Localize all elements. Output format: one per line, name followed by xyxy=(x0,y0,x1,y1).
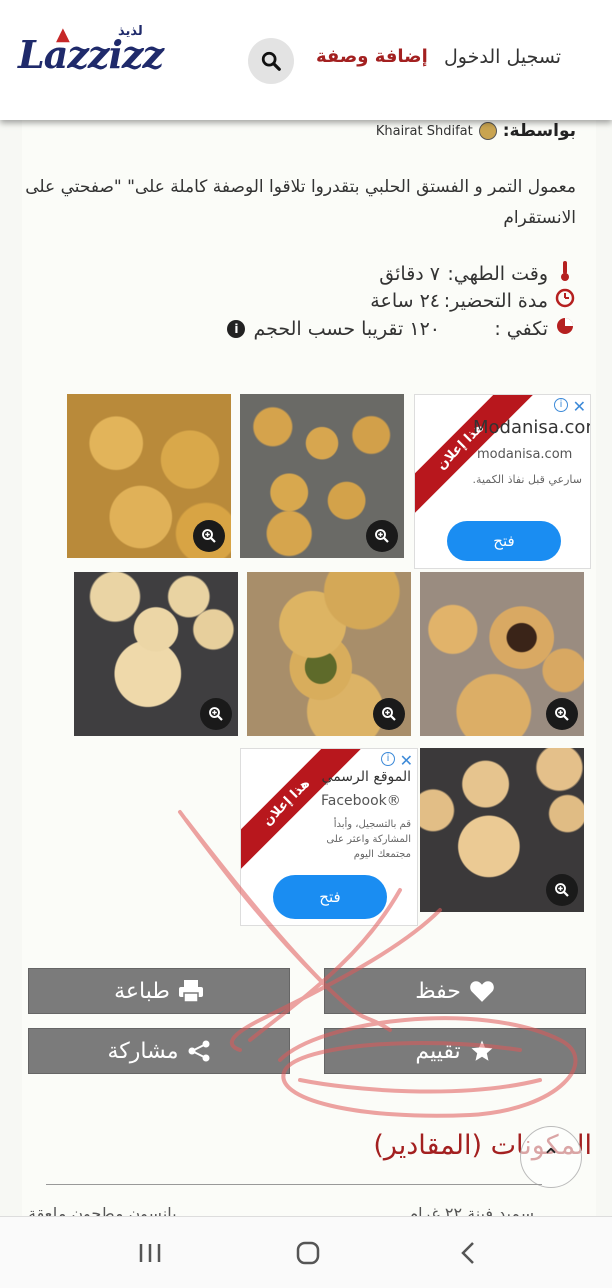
heart-icon xyxy=(469,981,494,1002)
author-label: بواسطة: xyxy=(502,121,576,141)
ad-text: قم بالتسجيل، وأبدأ المشاركة واعثر على مج… xyxy=(326,819,411,860)
ad-text: سارعي قبل نفاذ الكمية. xyxy=(472,473,582,486)
logo-arabic: لذيذ xyxy=(118,24,143,39)
cook-time-label: وقت الطهي: xyxy=(447,262,548,285)
recipe-description: معمول التمر و الفستق الحلبي بتقدروا تلاق… xyxy=(25,177,576,228)
rate-label: تقييم xyxy=(415,1038,461,1064)
author-avatar[interactable] xyxy=(478,122,497,140)
author-name[interactable]: Khairat Shdifat xyxy=(376,124,473,139)
thermometer-icon xyxy=(554,260,576,287)
gallery-image[interactable] xyxy=(67,394,231,558)
zoom-icon[interactable] xyxy=(546,698,578,730)
info-servings: تكفي : ١٢٠ تقريبا حسب الحجم i xyxy=(227,316,576,341)
servings-label: تكفي : xyxy=(494,317,548,340)
gallery-image[interactable] xyxy=(420,572,584,736)
gallery-image[interactable] xyxy=(240,394,404,558)
recent-apps-icon xyxy=(139,1244,161,1262)
ad-info-icon[interactable]: i xyxy=(381,752,395,766)
search-button[interactable] xyxy=(248,38,294,84)
zoom-icon[interactable] xyxy=(366,520,398,552)
advertisement[interactable]: هذا إعلان i ✕ Modanisa.com modanisa.com … xyxy=(414,394,591,569)
close-icon[interactable]: ✕ xyxy=(400,751,413,770)
gallery-image[interactable] xyxy=(74,572,238,736)
login-link[interactable]: تسجيل الدخول xyxy=(444,46,561,68)
ad-title: الموقع الرسمي xyxy=(321,769,411,785)
save-button[interactable]: حفظ xyxy=(324,968,586,1014)
prep-time-label: مدة التحضير: xyxy=(443,289,548,312)
ad-subtitle: Facebook® xyxy=(321,793,401,809)
info-prep-time: مدة التحضير: ٢٤ ساعة xyxy=(370,288,576,313)
share-label: مشاركة xyxy=(107,1038,179,1064)
ad-open-button[interactable]: فتح xyxy=(447,521,561,561)
add-recipe-link[interactable]: إضافة وصفة xyxy=(316,46,428,67)
system-nav-bar xyxy=(0,1216,612,1288)
clock-icon xyxy=(554,288,576,313)
site-header: ▲ Lazzizz لذيذ إضافة وصفة تسجيل الدخول xyxy=(0,0,612,120)
recent-apps-button[interactable] xyxy=(130,1237,170,1269)
zoom-icon[interactable] xyxy=(193,520,225,552)
site-logo[interactable]: ▲ Lazzizz لذيذ xyxy=(14,24,164,80)
print-label: طباعة xyxy=(114,978,170,1004)
author-row: بواسطة: Khairat Shdifat xyxy=(376,120,576,142)
chevron-up-icon: ⌃ xyxy=(541,1144,561,1170)
pie-icon xyxy=(554,316,576,341)
ad-info-icon[interactable]: i xyxy=(554,398,568,412)
rate-button[interactable]: تقييم xyxy=(324,1028,586,1074)
ad-subtitle: modanisa.com xyxy=(477,447,573,462)
info-cook-time: وقت الطهي: ٧ دقائق xyxy=(379,260,576,287)
home-icon xyxy=(296,1241,320,1265)
advertisement[interactable]: هذا إعلان i ✕ الموقع الرسمي Facebook® قم… xyxy=(240,748,418,926)
share-button[interactable]: مشاركة xyxy=(28,1028,290,1074)
back-icon xyxy=(461,1242,474,1264)
home-button[interactable] xyxy=(288,1237,328,1269)
scroll-top-button[interactable]: ⌃ xyxy=(520,1126,582,1188)
prep-time-value: ٢٤ ساعة xyxy=(370,289,440,312)
gallery-image[interactable] xyxy=(247,572,411,736)
servings-value: ١٢٠ تقريبا حسب الحجم xyxy=(253,317,440,340)
ad-open-button[interactable]: فتح xyxy=(273,875,387,919)
section-divider xyxy=(46,1184,542,1185)
share-icon xyxy=(188,1040,210,1062)
info-icon[interactable]: i xyxy=(227,319,246,338)
zoom-icon[interactable] xyxy=(200,698,232,730)
printer-icon xyxy=(178,980,203,1003)
search-icon xyxy=(261,51,281,71)
ad-title: Modanisa.com xyxy=(473,417,591,438)
gallery-image[interactable] xyxy=(420,748,584,912)
close-icon[interactable]: ✕ xyxy=(573,397,586,416)
back-button[interactable] xyxy=(448,1237,488,1269)
print-button[interactable]: طباعة xyxy=(28,968,290,1014)
save-label: حفظ xyxy=(415,978,461,1004)
star-icon xyxy=(471,1040,493,1061)
zoom-icon[interactable] xyxy=(373,698,405,730)
zoom-icon[interactable] xyxy=(546,874,578,906)
cook-time-value: ٧ دقائق xyxy=(379,262,440,285)
